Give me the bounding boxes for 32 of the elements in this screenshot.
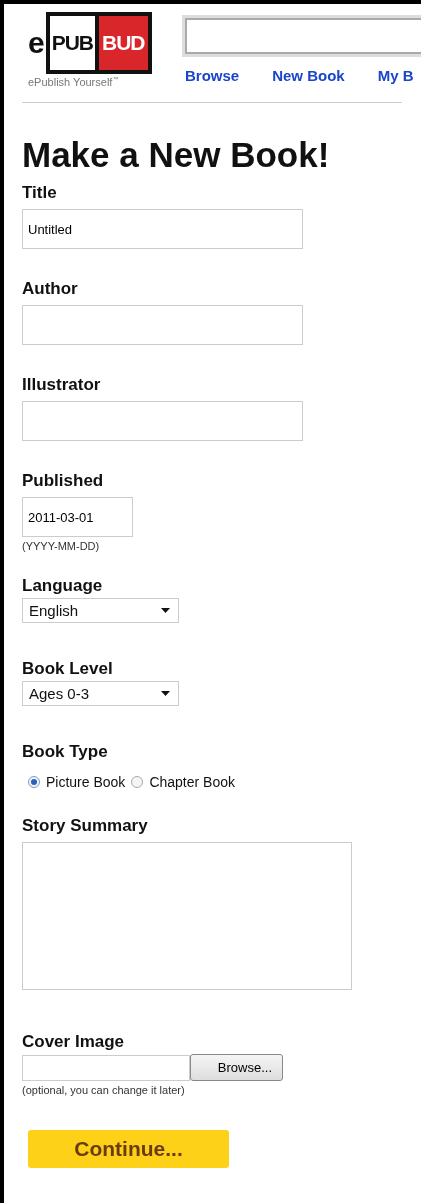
continue-button[interactable]: Continue... bbox=[28, 1130, 229, 1168]
field-label: Book Type bbox=[22, 742, 109, 762]
caret-icon bbox=[161, 608, 170, 613]
dropdown[interactable]: English bbox=[22, 598, 179, 623]
radio-option[interactable]: Picture Book bbox=[28, 774, 126, 790]
browse-button[interactable]: Browse... bbox=[190, 1054, 283, 1081]
input-field[interactable]: 2011-03-01 bbox=[22, 497, 133, 537]
field-label: Title bbox=[22, 183, 58, 203]
nav-link[interactable]: My B bbox=[377, 67, 414, 84]
dropdown[interactable]: Ages 0-3 bbox=[22, 681, 179, 706]
radio-option[interactable]: Chapter Book bbox=[131, 774, 235, 790]
field-label: Published bbox=[22, 471, 105, 491]
field-label: Story Summary bbox=[22, 816, 149, 836]
page-heading: Make a New Book! bbox=[22, 135, 331, 175]
field-label: Cover Image bbox=[22, 1032, 126, 1052]
input-field[interactable] bbox=[22, 401, 303, 441]
input-field[interactable] bbox=[22, 305, 303, 345]
field-label: Book Level bbox=[22, 659, 114, 679]
nav-link[interactable]: New Book bbox=[272, 67, 345, 84]
search-field[interactable] bbox=[185, 18, 421, 54]
field-label: Illustrator bbox=[22, 375, 102, 395]
optional-hint: (optional, you can change it later) bbox=[22, 1084, 186, 1096]
caret-icon bbox=[161, 691, 170, 696]
nav-link[interactable]: Browse bbox=[185, 67, 240, 84]
field-label: Language bbox=[22, 576, 104, 596]
file-path-field[interactable] bbox=[22, 1054, 190, 1081]
input-field[interactable]: Untitled bbox=[22, 209, 303, 249]
summary-field[interactable] bbox=[22, 842, 352, 990]
logo: e PUB BUD bbox=[28, 12, 152, 74]
logo-tagline: ePublish Yourself$^{™}$ bbox=[28, 76, 120, 88]
format-hint: (YYYY-MM-DD) bbox=[22, 540, 101, 552]
field-label: Author bbox=[22, 279, 79, 299]
